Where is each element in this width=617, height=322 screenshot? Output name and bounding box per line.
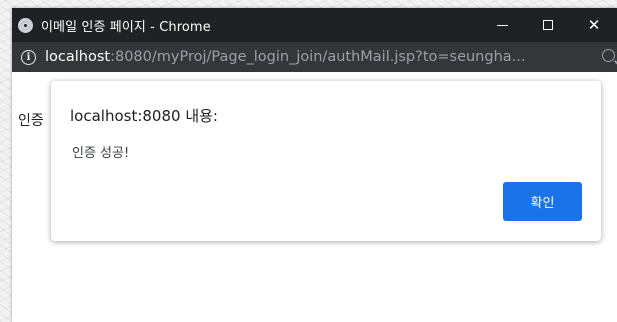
confirm-button[interactable]: 확인	[503, 182, 582, 221]
browser-popup-window: 이메일 인증 페이지 - Chrome ✕ i localhost:8080/m…	[12, 8, 617, 322]
chrome-icon	[18, 17, 33, 33]
minimize-button[interactable]	[479, 8, 525, 42]
zoom-icon[interactable]	[602, 49, 615, 62]
dialog-title: localhost:8080 내용:	[70, 107, 218, 125]
close-button[interactable]: ✕	[571, 8, 617, 42]
page-text: 인증	[18, 113, 44, 129]
window-controls: ✕	[479, 8, 617, 42]
url-path: :8080/myProj/Page_login_join/authMail.js…	[110, 49, 526, 65]
alert-dialog: localhost:8080 내용: 인증 성공! 확인	[51, 81, 601, 241]
info-icon[interactable]: i	[21, 49, 36, 65]
url-text[interactable]: localhost:8080/myProj/Page_login_join/au…	[45, 49, 525, 65]
address-bar[interactable]: i localhost:8080/myProj/Page_login_join/…	[12, 42, 617, 72]
maximize-button[interactable]	[525, 8, 571, 42]
title-bar[interactable]: 이메일 인증 페이지 - Chrome ✕	[12, 8, 617, 42]
window-title: 이메일 인증 페이지 - Chrome	[41, 19, 211, 35]
url-host: localhost	[45, 49, 111, 65]
dialog-message: 인증 성공!	[72, 146, 130, 161]
